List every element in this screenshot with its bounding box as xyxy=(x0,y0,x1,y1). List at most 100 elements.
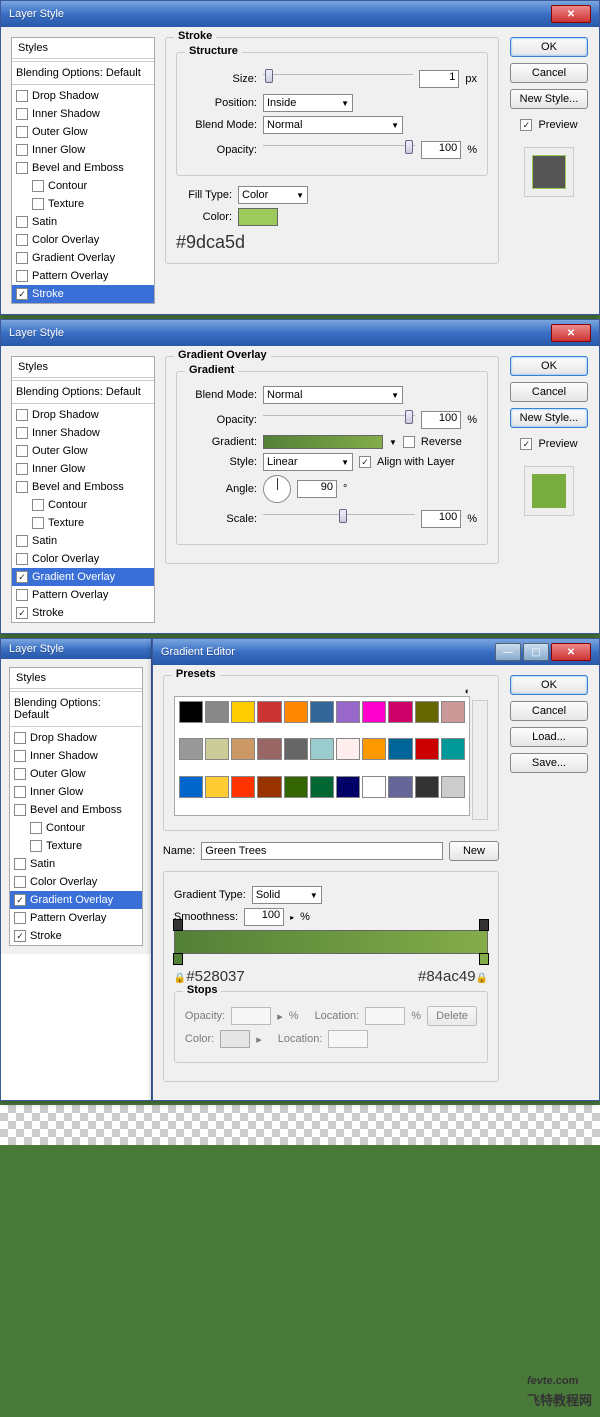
angle-input[interactable]: 90 xyxy=(297,480,337,498)
titlebar[interactable]: Gradient Editor — ▢ ✕ xyxy=(153,639,599,665)
sidebar-item-drop-shadow[interactable]: Drop Shadow xyxy=(12,406,154,424)
checkbox[interactable] xyxy=(30,840,42,852)
preset-swatch[interactable] xyxy=(257,701,281,723)
preset-swatch[interactable] xyxy=(336,701,360,723)
checkbox[interactable]: ✓ xyxy=(14,930,26,942)
preview-checkbox[interactable]: ✓ xyxy=(520,438,532,450)
cancel-button[interactable]: Cancel xyxy=(510,63,588,83)
preset-swatch[interactable] xyxy=(441,776,465,798)
preset-swatch[interactable] xyxy=(179,701,203,723)
preset-swatch[interactable] xyxy=(441,701,465,723)
checkbox[interactable] xyxy=(14,804,26,816)
name-input[interactable] xyxy=(201,842,443,860)
blending-options[interactable]: Blending Options: Default xyxy=(12,383,154,401)
blending-options[interactable]: Blending Options: Default xyxy=(10,694,142,724)
checkbox[interactable] xyxy=(16,535,28,547)
checkbox[interactable] xyxy=(16,162,28,174)
preset-swatch[interactable] xyxy=(310,701,334,723)
gradient-bar[interactable] xyxy=(174,930,488,954)
sidebar-item-inner-glow[interactable]: Inner Glow xyxy=(12,141,154,159)
sidebar-header[interactable]: Styles xyxy=(12,357,154,378)
sidebar-item-satin[interactable]: Satin xyxy=(12,213,154,231)
checkbox[interactable] xyxy=(16,90,28,102)
checkbox[interactable] xyxy=(14,912,26,924)
preset-swatch[interactable] xyxy=(284,701,308,723)
blendmode-dropdown[interactable]: Normal▼ xyxy=(263,116,403,134)
sidebar-item-drop-shadow[interactable]: Drop Shadow xyxy=(10,729,142,747)
sidebar-item-texture[interactable]: Texture xyxy=(12,514,154,532)
checkbox[interactable] xyxy=(14,858,26,870)
sidebar-item-contour[interactable]: Contour xyxy=(10,819,142,837)
ok-button[interactable]: OK xyxy=(510,356,588,376)
preset-swatch[interactable] xyxy=(310,738,334,760)
preset-swatch[interactable] xyxy=(362,738,386,760)
color-stop-left[interactable] xyxy=(173,953,183,965)
sidebar-item-stroke[interactable]: ✓Stroke xyxy=(12,604,154,622)
gradient-picker[interactable] xyxy=(263,435,383,449)
titlebar[interactable]: Layer Style ✕ xyxy=(1,1,599,27)
opacity-stop-left[interactable] xyxy=(173,919,183,931)
preset-swatch[interactable] xyxy=(231,738,255,760)
checkbox[interactable] xyxy=(14,750,26,762)
scale-slider[interactable] xyxy=(263,514,415,530)
close-button[interactable]: ✕ xyxy=(551,5,591,23)
sidebar-item-satin[interactable]: Satin xyxy=(12,532,154,550)
sidebar-item-inner-shadow[interactable]: Inner Shadow xyxy=(12,424,154,442)
preset-swatch[interactable] xyxy=(284,776,308,798)
checkbox[interactable] xyxy=(32,198,44,210)
checkbox[interactable] xyxy=(16,427,28,439)
ok-button[interactable]: OK xyxy=(510,675,588,695)
sidebar-item-bevel-and-emboss[interactable]: Bevel and Emboss xyxy=(12,478,154,496)
blendmode-dropdown[interactable]: Normal▼ xyxy=(263,386,403,404)
sidebar-item-color-overlay[interactable]: Color Overlay xyxy=(10,873,142,891)
preset-swatch[interactable] xyxy=(336,776,360,798)
sidebar-item-contour[interactable]: Contour xyxy=(12,496,154,514)
checkbox[interactable] xyxy=(16,144,28,156)
preset-swatch[interactable] xyxy=(415,701,439,723)
gradtype-dropdown[interactable]: Solid▼ xyxy=(252,886,322,904)
sidebar-item-inner-glow[interactable]: Inner Glow xyxy=(10,783,142,801)
new-button[interactable]: New xyxy=(449,841,499,861)
checkbox[interactable] xyxy=(32,180,44,192)
angle-dial[interactable] xyxy=(263,475,291,503)
checkbox[interactable] xyxy=(16,553,28,565)
sidebar-item-inner-shadow[interactable]: Inner Shadow xyxy=(10,747,142,765)
sidebar-item-bevel-and-emboss[interactable]: Bevel and Emboss xyxy=(12,159,154,177)
opacity-input[interactable]: 100 xyxy=(421,141,461,159)
size-input[interactable]: 1 xyxy=(419,70,459,88)
preset-swatch[interactable] xyxy=(336,738,360,760)
sidebar-item-stroke[interactable]: ✓Stroke xyxy=(12,285,154,303)
preset-swatch[interactable] xyxy=(257,776,281,798)
preset-swatch[interactable] xyxy=(179,776,203,798)
new-style-button[interactable]: New Style... xyxy=(510,408,588,428)
sidebar-item-pattern-overlay[interactable]: Pattern Overlay xyxy=(10,909,142,927)
ok-button[interactable]: OK xyxy=(510,37,588,57)
sidebar-item-texture[interactable]: Texture xyxy=(12,195,154,213)
color-swatch[interactable] xyxy=(238,208,278,226)
checkbox[interactable] xyxy=(14,876,26,888)
opacity-slider[interactable] xyxy=(263,145,415,161)
opacity-stop-right[interactable] xyxy=(479,919,489,931)
checkbox[interactable] xyxy=(16,463,28,475)
sidebar-item-color-overlay[interactable]: Color Overlay xyxy=(12,231,154,249)
preset-swatch[interactable] xyxy=(388,776,412,798)
position-dropdown[interactable]: Inside▼ xyxy=(263,94,353,112)
opacity-slider[interactable] xyxy=(263,415,415,431)
sidebar-header[interactable]: Styles xyxy=(12,38,154,59)
sidebar-item-outer-glow[interactable]: Outer Glow xyxy=(12,123,154,141)
preset-swatch[interactable] xyxy=(362,776,386,798)
checkbox[interactable] xyxy=(16,409,28,421)
checkbox[interactable] xyxy=(16,270,28,282)
checkbox[interactable] xyxy=(16,234,28,246)
checkbox[interactable]: ✓ xyxy=(14,894,26,906)
preset-swatch[interactable] xyxy=(231,701,255,723)
preset-swatch[interactable] xyxy=(231,776,255,798)
preset-swatch[interactable] xyxy=(415,738,439,760)
sidebar-item-satin[interactable]: Satin xyxy=(10,855,142,873)
sidebar-item-gradient-overlay[interactable]: Gradient Overlay xyxy=(12,249,154,267)
save-button[interactable]: Save... xyxy=(510,753,588,773)
checkbox[interactable] xyxy=(16,126,28,138)
color-stop-right[interactable] xyxy=(479,953,489,965)
checkbox[interactable]: ✓ xyxy=(16,607,28,619)
preset-swatch[interactable] xyxy=(415,776,439,798)
